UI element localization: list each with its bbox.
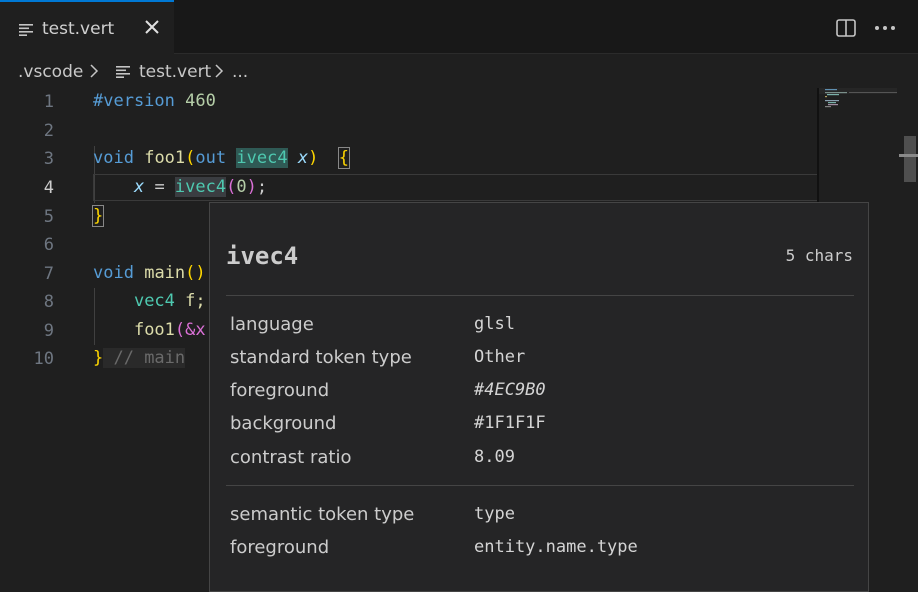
line-number: 8 [43,292,54,312]
code-text: vec4 f; [133,291,206,311]
file-lines-icon [19,24,33,36]
line-number: 7 [43,264,54,284]
code-text: x = ivec4(0); [133,177,268,197]
split-editor-icon[interactable] [836,19,856,37]
token-property-row: foreground #4EC9B0 [230,380,546,401]
more-actions-icon[interactable] [874,25,896,31]
code-text: void main() [93,263,206,283]
tab-test-vert[interactable]: test.vert [0,0,174,54]
tab-label: test.vert [42,19,115,39]
token-property-row: semantic token type type [230,504,515,525]
token-property-row: contrast ratio 8.09 [230,447,515,468]
line-number: 6 [43,235,54,255]
code-text: foo1(&x [133,320,206,340]
line-number: 3 [43,149,54,169]
line-number: 10 [33,349,54,369]
token-property-row: standard token type Other [230,347,526,368]
breadcrumb-more[interactable]: ... [232,62,248,82]
minimap[interactable] [819,88,899,208]
chevron-right-icon [90,64,99,78]
token-inspect-hover: ivec4 5 chars language glsl standard toke… [209,202,869,592]
scrollbar-cursor-marker [899,154,918,157]
breadcrumb-file[interactable]: test.vert [139,62,211,82]
line-number: 5 [43,207,54,227]
line-number: 1 [43,92,54,112]
close-icon[interactable] [143,18,161,36]
chevron-right-icon [215,64,224,78]
code-text: } [91,205,105,227]
code-text: #version 460 [93,91,216,111]
divider [226,485,854,486]
file-lines-icon [116,66,130,78]
tab-bar: test.vert [0,0,918,54]
token-title: ivec4 [226,242,299,270]
breadcrumb-folder[interactable]: .vscode [18,62,83,82]
breadcrumb: .vscode test.vert ... [0,58,918,86]
code-text: void foo1(out ivec4 x) { [93,147,351,169]
token-property-row: language glsl [230,314,515,335]
line-number: 2 [43,121,54,141]
line-number: 4 [43,178,54,198]
code-line-3[interactable]: 3 void foo1(out ivec4 x) { [0,145,818,174]
line-number: 9 [43,321,54,341]
token-property-row: foreground entity.name.type [230,537,638,558]
token-property-row: background #1F1F1F [230,413,546,434]
vertical-scrollbar[interactable] [904,136,916,182]
code-line-2[interactable]: 2 [0,117,818,146]
code-line-1[interactable]: 1 #version 460 [0,88,818,117]
code-line-4[interactable]: 4 x = ivec4(0); [0,174,818,203]
code-text: } // main [93,348,186,368]
token-length: 5 chars [785,246,853,265]
divider [226,295,854,296]
